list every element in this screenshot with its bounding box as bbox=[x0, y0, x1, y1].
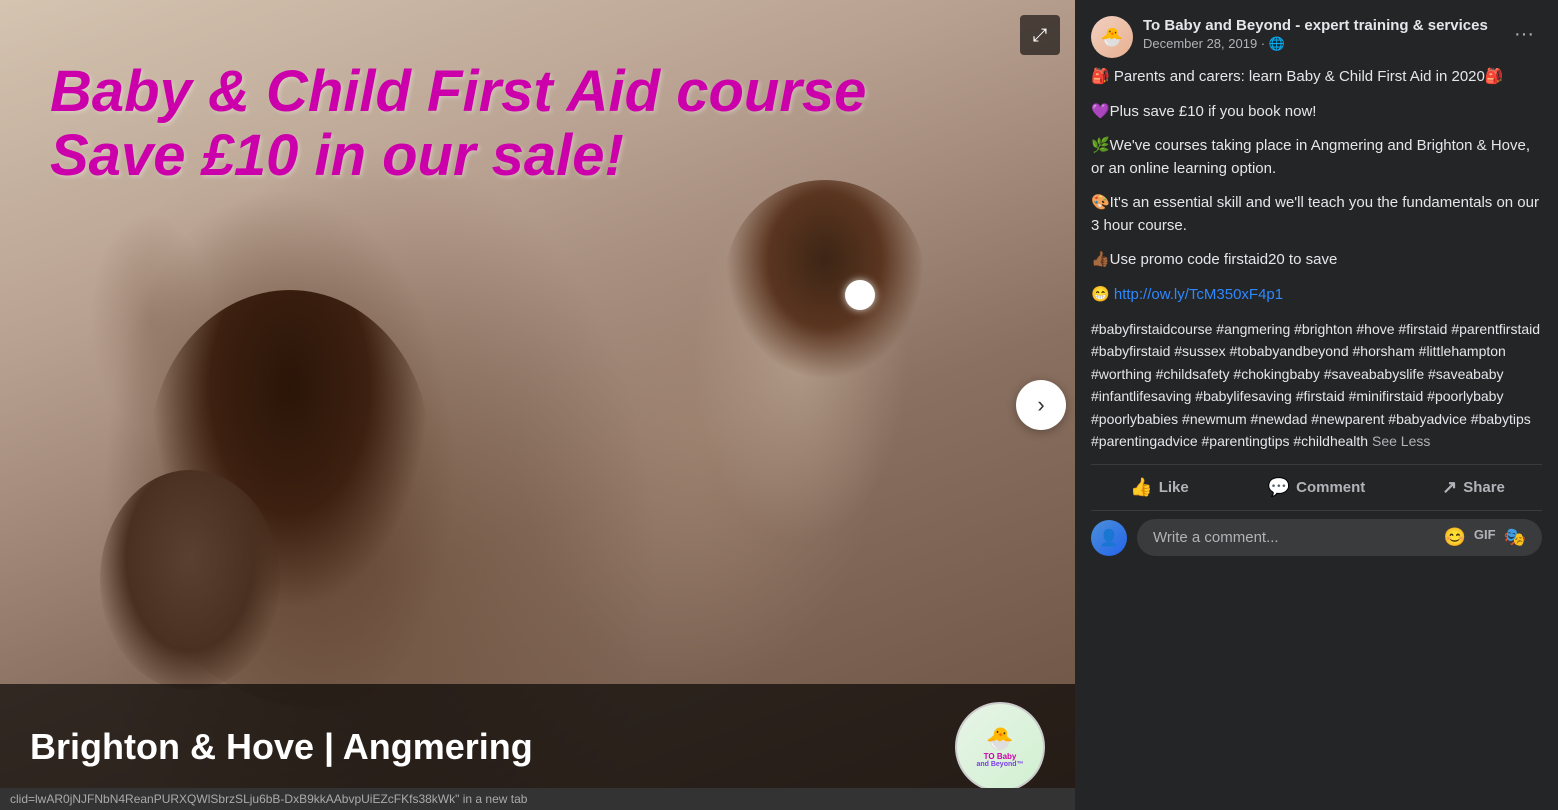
sticker-button[interactable]: 🎭 bbox=[1504, 527, 1526, 548]
comment-area: 👤 Write a comment... 😊 GIF 🎭 bbox=[1075, 511, 1558, 568]
more-options-button[interactable]: ··· bbox=[1506, 16, 1542, 52]
emoji-button[interactable]: 😊 bbox=[1443, 527, 1465, 548]
comment-placeholder[interactable]: Write a comment... bbox=[1153, 529, 1279, 546]
post-paragraph-2: 💜Plus save £10 if you book now! bbox=[1091, 101, 1542, 124]
post-header: 🐣 To Baby and Beyond - expert training &… bbox=[1075, 0, 1558, 66]
image-title: Baby & Child First Aid course Save £10 i… bbox=[50, 60, 866, 188]
post-body: 🎒 Parents and carers: learn Baby & Child… bbox=[1075, 66, 1558, 464]
commenter-avatar: 👤 bbox=[1091, 520, 1127, 556]
expand-icon: ⤢ bbox=[1033, 25, 1047, 46]
comment-button[interactable]: 💬 Comment bbox=[1240, 469, 1393, 506]
post-paragraph-1: 🎒 Parents and carers: learn Baby & Child… bbox=[1091, 66, 1542, 89]
expand-button[interactable]: ⤢ bbox=[1020, 15, 1060, 55]
comment-icons: 😊 GIF 🎭 bbox=[1443, 527, 1526, 548]
location-text: Brighton & Hove | Angmering bbox=[30, 726, 533, 768]
brand-logo: 🐣 TO Baby and Beyond™ bbox=[955, 702, 1045, 792]
comment-label: Comment bbox=[1296, 479, 1365, 496]
external-link[interactable]: http://ow.ly/TcM350xF4p1 bbox=[1114, 286, 1283, 303]
post-link[interactable]: 😁 http://ow.ly/TcM350xF4p1 bbox=[1091, 284, 1542, 307]
page-name[interactable]: To Baby and Beyond - expert training & s… bbox=[1143, 16, 1496, 36]
post-meta: To Baby and Beyond - expert training & s… bbox=[1143, 16, 1496, 52]
post-image: Baby & Child First Aid course Save £10 i… bbox=[0, 0, 1075, 810]
comment-input-wrap[interactable]: Write a comment... 😊 GIF 🎭 bbox=[1137, 519, 1542, 556]
title-line2: Save £10 in our sale! bbox=[50, 124, 866, 188]
url-bar: clid=lwAR0jNJFNbN4ReanPURXQWlSbrzSLju6bB… bbox=[0, 788, 1075, 810]
share-label: Share bbox=[1463, 479, 1505, 496]
share-button[interactable]: ↗ Share bbox=[1397, 469, 1550, 506]
gif-button[interactable]: GIF bbox=[1474, 527, 1496, 548]
facebook-post-card: 🐣 To Baby and Beyond - expert training &… bbox=[1075, 0, 1558, 810]
title-line1: Baby & Child First Aid course bbox=[50, 60, 866, 124]
post-paragraph-4: 🎨It's an essential skill and we'll teach… bbox=[1091, 192, 1542, 237]
post-sidebar: 🐣 To Baby and Beyond - expert training &… bbox=[1075, 0, 1558, 810]
like-icon: 👍 bbox=[1130, 477, 1152, 498]
share-icon: ↗ bbox=[1442, 477, 1457, 498]
post-paragraph-5: 👍🏾Use promo code firstaid20 to save bbox=[1091, 249, 1542, 272]
post-date: December 28, 2019 · 🌐 bbox=[1143, 36, 1496, 52]
like-label: Like bbox=[1159, 479, 1189, 496]
page-avatar[interactable]: 🐣 bbox=[1091, 16, 1133, 58]
comment-icon: 💬 bbox=[1268, 477, 1290, 498]
see-less-button[interactable]: See Less bbox=[1372, 433, 1430, 449]
hashtags: #babyfirstaidcourse #angmering #brighton… bbox=[1091, 318, 1542, 452]
next-arrow[interactable]: › bbox=[1016, 380, 1066, 430]
post-paragraph-3: 🌿We've courses taking place in Angmering… bbox=[1091, 135, 1542, 180]
carousel-next[interactable]: › bbox=[1016, 380, 1066, 430]
action-bar: 👍 Like 💬 Comment ↗ Share bbox=[1075, 465, 1558, 510]
like-button[interactable]: 👍 Like bbox=[1083, 469, 1236, 506]
